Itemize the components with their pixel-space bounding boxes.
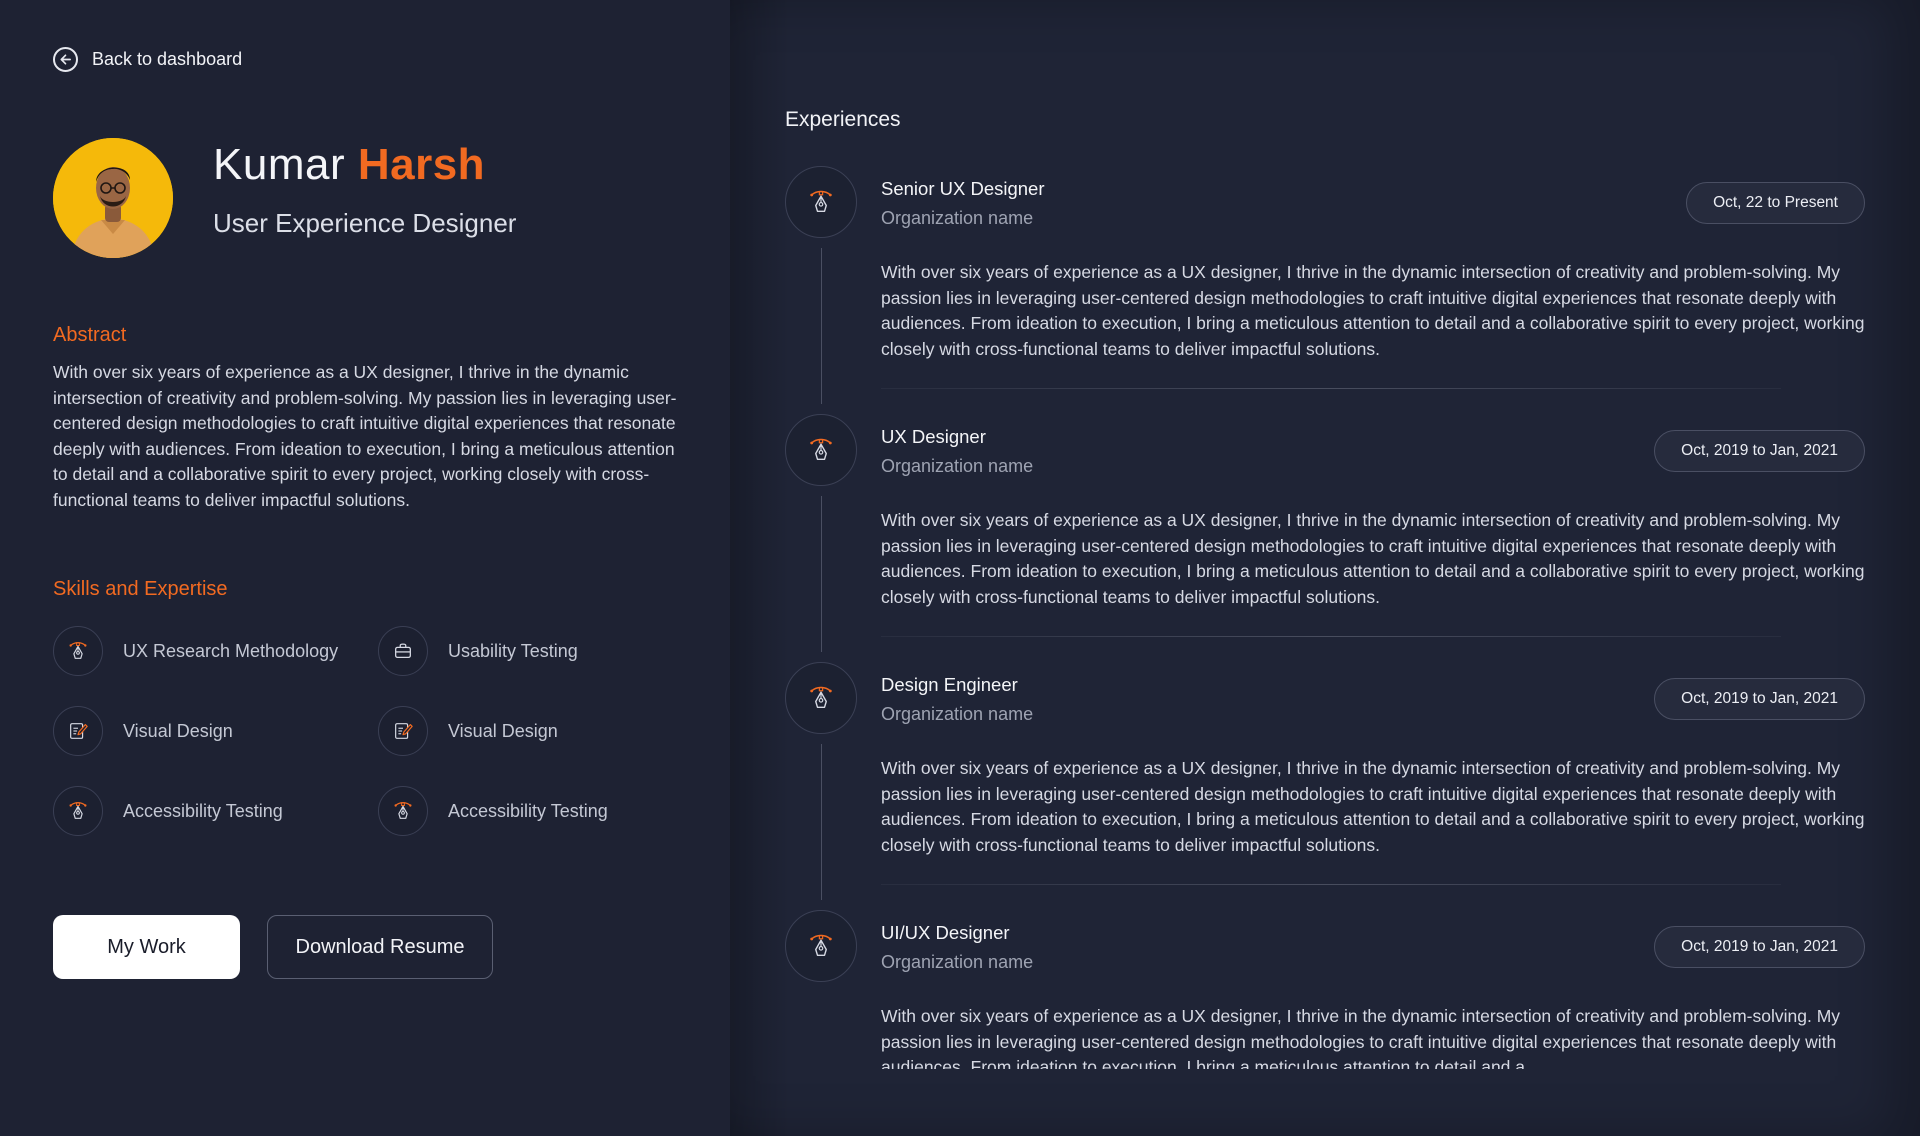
skill-item: Visual Design	[378, 706, 653, 756]
skill-label: Visual Design	[123, 720, 233, 741]
experience-timeline: Senior UX Designer Organization name Oct…	[785, 166, 1865, 1136]
experience-date-badge: Oct, 22 to Present	[1686, 182, 1865, 224]
experiences-heading: Experiences	[785, 108, 901, 131]
skill-item: Usability Testing	[378, 626, 653, 676]
experience-date-badge: Oct, 2019 to Jan, 2021	[1654, 926, 1865, 968]
pen-tool-icon	[785, 414, 857, 486]
action-buttons: My Work Download Resume	[53, 915, 493, 979]
avatar	[53, 138, 173, 258]
skill-label: Accessibility Testing	[123, 800, 283, 821]
experience-org: Organization name	[881, 952, 1034, 972]
experience-description: With over six years of experience as a U…	[881, 1006, 1841, 1069]
arrow-left-icon	[53, 47, 78, 72]
abstract-heading: Abstract	[53, 324, 127, 346]
profile-panel: Back to dashboard Kumar Harsh User Exper…	[0, 0, 730, 1136]
pen-tool-icon	[378, 786, 428, 836]
divider	[881, 636, 1781, 637]
download-resume-button[interactable]: Download Resume	[267, 915, 493, 979]
skill-label: Usability Testing	[448, 640, 578, 661]
skill-item: Accessibility Testing	[378, 786, 653, 836]
skills-heading: Skills and Expertise	[53, 578, 228, 600]
experience-role: Senior UX Designer	[881, 178, 1045, 199]
avatar-portrait	[53, 138, 173, 258]
experience-description: With over six years of experience as a U…	[881, 262, 1865, 359]
experience-item: Design Engineer Organization name Oct, 2…	[785, 662, 1865, 910]
experience-org: Organization name	[881, 456, 1034, 476]
last-name: Harsh	[357, 139, 486, 189]
skill-item: Accessibility Testing	[53, 786, 378, 836]
my-work-button[interactable]: My Work	[53, 915, 240, 979]
experience-description: With over six years of experience as a U…	[881, 758, 1865, 855]
profile-title: User Experience Designer	[213, 207, 517, 238]
experience-date-badge: Oct, 2019 to Jan, 2021	[1654, 678, 1865, 720]
experience-org: Organization name	[881, 208, 1034, 228]
skill-item: UX Research Methodology	[53, 626, 378, 676]
pen-tool-icon	[785, 166, 857, 238]
experience-role: UX Designer	[881, 426, 986, 447]
back-to-dashboard-label: Back to dashboard	[92, 49, 243, 69]
experience-description: With over six years of experience as a U…	[881, 510, 1865, 607]
profile-name: Kumar Harsh	[213, 140, 516, 190]
pen-tool-icon	[785, 662, 857, 734]
back-to-dashboard-link[interactable]: Back to dashboard	[53, 47, 242, 72]
resume-page: Back to dashboard Kumar Harsh User Exper…	[0, 0, 1920, 1136]
timeline-connector	[821, 248, 822, 404]
skill-label: Accessibility Testing	[448, 800, 608, 821]
skill-label: UX Research Methodology	[123, 640, 339, 661]
first-name: Kumar	[213, 139, 346, 189]
experience-date-badge: Oct, 2019 to Jan, 2021	[1654, 430, 1865, 472]
profile-header: Kumar Harsh User Experience Designer	[53, 138, 516, 258]
edit-note-icon	[378, 706, 428, 756]
abstract-text: With over six years of experience as a U…	[53, 362, 677, 510]
pen-tool-icon	[53, 786, 103, 836]
experience-panel[interactable]: Experiences Senior UX Designer Organizat…	[730, 0, 1920, 1136]
timeline-connector	[821, 744, 822, 900]
skill-label: Visual Design	[448, 720, 558, 741]
skills-grid: UX Research Methodology Usability Testin…	[53, 626, 653, 836]
experience-role: UI/UX Designer	[881, 922, 1010, 943]
pen-tool-icon	[785, 910, 857, 982]
experience-role: Design Engineer	[881, 674, 1018, 695]
divider	[881, 388, 1781, 389]
pen-tool-icon	[53, 626, 103, 676]
profile-text: Kumar Harsh User Experience Designer	[213, 140, 517, 239]
skill-item: Visual Design	[53, 706, 378, 756]
edit-note-icon	[53, 706, 103, 756]
timeline-connector	[821, 496, 822, 652]
briefcase-icon	[378, 626, 428, 676]
experience-org: Organization name	[881, 704, 1034, 724]
divider	[881, 884, 1781, 885]
experience-item: UI/UX Designer Organization name Oct, 20…	[785, 910, 1865, 1136]
experience-item: Senior UX Designer Organization name Oct…	[785, 166, 1865, 414]
experience-item: UX Designer Organization name Oct, 2019 …	[785, 414, 1865, 662]
